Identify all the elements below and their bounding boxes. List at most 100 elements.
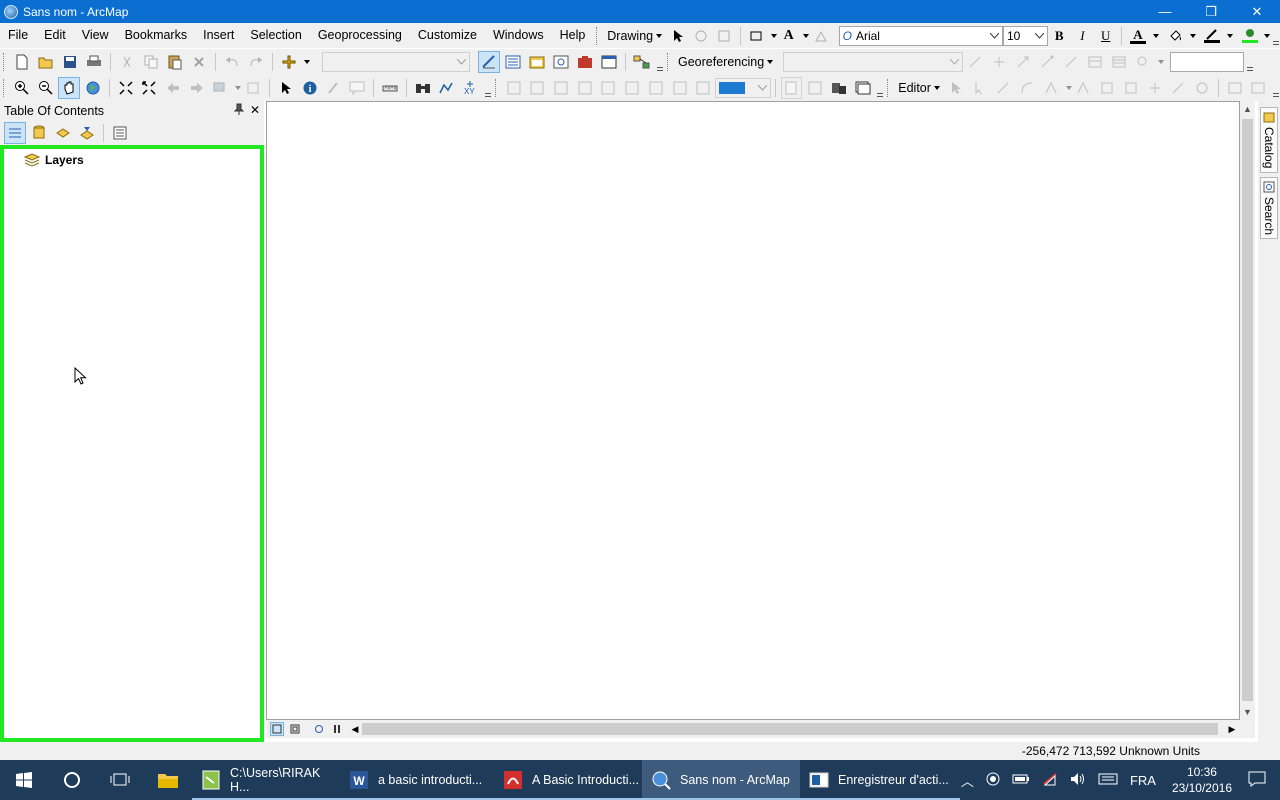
rectangle-icon[interactable] — [746, 25, 767, 47]
zoom-in-icon[interactable] — [11, 77, 33, 99]
data-driven-pages-icon[interactable] — [852, 77, 874, 99]
python-window-icon[interactable] — [598, 51, 620, 73]
pan-hand-icon[interactable] — [58, 77, 81, 99]
toolbar-overflow[interactable] — [1272, 77, 1280, 99]
taskbar-task-arcmap[interactable]: Sans nom - ArcMap — [642, 760, 800, 800]
go-back-icon[interactable] — [162, 77, 184, 99]
map-scale-select[interactable] — [322, 52, 470, 72]
rotate-icon[interactable] — [690, 25, 711, 47]
rotate-editor-icon[interactable] — [1167, 77, 1189, 99]
scroll-right-icon[interactable]: ▶ — [1225, 722, 1239, 736]
open-folder-icon[interactable] — [35, 51, 57, 73]
underline-button[interactable]: U — [1095, 25, 1116, 47]
straight-segment-icon[interactable] — [992, 77, 1014, 99]
undo-icon[interactable] — [221, 51, 243, 73]
data-view-icon[interactable] — [270, 722, 284, 736]
zoom-100-icon[interactable] — [598, 77, 620, 99]
menu-windows[interactable]: Windows — [485, 23, 552, 48]
horizontal-scroll-thumb[interactable] — [362, 723, 1218, 735]
editor-toolbar-toggle-icon[interactable] — [478, 51, 500, 73]
edit-annotation-icon[interactable] — [969, 77, 991, 99]
chevron-down-icon[interactable] — [235, 86, 242, 90]
catalog-tab[interactable]: Catalog — [1260, 107, 1278, 173]
create-features-icon[interactable] — [1248, 77, 1270, 99]
toolbar-grip[interactable] — [887, 79, 891, 97]
menu-help[interactable]: Help — [552, 23, 594, 48]
search-tab[interactable]: Search — [1260, 177, 1278, 239]
pause-drawing-icon[interactable] — [330, 722, 344, 736]
clear-selection-icon[interactable] — [242, 77, 264, 99]
hyperlink-icon[interactable] — [323, 77, 345, 99]
chevron-down-icon[interactable] — [1264, 33, 1271, 38]
edit-tool-icon[interactable] — [945, 77, 967, 99]
menu-selection[interactable]: Selection — [242, 23, 309, 48]
menu-geoprocessing[interactable]: Geoprocessing — [310, 23, 410, 48]
layout-zoom-in-icon[interactable] — [503, 77, 525, 99]
map-display[interactable] — [266, 101, 1240, 720]
editor-menu[interactable]: Editor — [894, 81, 944, 95]
focus-data-frame-icon[interactable] — [804, 77, 826, 99]
georef-input-field[interactable] — [1170, 52, 1245, 72]
zoom-whole-page-icon[interactable] — [714, 25, 735, 47]
toolbar-overflow[interactable] — [484, 77, 492, 99]
start-button[interactable] — [0, 760, 48, 800]
go-back-extent-layout-icon[interactable] — [669, 77, 691, 99]
chevron-down-icon[interactable] — [1227, 33, 1234, 38]
redo-icon[interactable] — [245, 51, 267, 73]
find-route-icon[interactable] — [435, 77, 457, 99]
list-by-visibility-icon[interactable] — [52, 122, 74, 144]
bold-button[interactable]: B — [1049, 25, 1070, 47]
find-binoculars-icon[interactable] — [412, 77, 434, 99]
delete-icon[interactable] — [188, 51, 210, 73]
table-of-contents-icon[interactable] — [502, 51, 524, 73]
pin-icon[interactable] — [233, 103, 245, 118]
fixed-zoom-out-icon[interactable] — [139, 77, 161, 99]
menu-customize[interactable]: Customize — [410, 23, 485, 48]
show-hidden-icons-icon[interactable]: ︿ — [961, 771, 974, 790]
shift-georef-icon[interactable] — [988, 51, 1010, 73]
layout-view-icon[interactable] — [288, 722, 302, 736]
toc-options-icon[interactable] — [109, 122, 131, 144]
zoom-out-icon[interactable] — [35, 77, 57, 99]
chevron-down-icon[interactable] — [803, 33, 810, 38]
new-document-icon[interactable] — [11, 51, 33, 73]
attributes-icon[interactable] — [1224, 77, 1246, 99]
chevron-down-icon[interactable] — [771, 33, 778, 38]
chevron-down-icon[interactable] — [1152, 33, 1159, 38]
split-tool-icon[interactable] — [1144, 77, 1166, 99]
toolbar-overflow[interactable] — [1246, 51, 1254, 73]
cortana-button[interactable] — [48, 760, 96, 800]
taskbar-task-word[interactable]: W a basic introducti... — [340, 760, 494, 800]
zoom-percent-select[interactable] — [715, 78, 771, 98]
line-color-icon[interactable] — [1202, 25, 1223, 47]
georeferencing-menu[interactable]: Georeferencing — [674, 55, 777, 69]
chevron-down-icon[interactable] — [1158, 60, 1165, 64]
magnifier-window-icon[interactable] — [1132, 51, 1154, 73]
menu-insert[interactable]: Insert — [195, 23, 242, 48]
auto-registration-icon[interactable] — [1060, 51, 1082, 73]
chevron-down-icon[interactable] — [1065, 86, 1072, 90]
action-center-icon[interactable] — [1248, 771, 1266, 790]
drawing-menu[interactable]: Drawing — [603, 29, 666, 43]
toolbar-overflow[interactable] — [1272, 25, 1280, 47]
toolbar-grip[interactable] — [596, 26, 600, 45]
list-by-drawing-order-icon[interactable] — [4, 122, 26, 144]
scroll-thumb[interactable] — [1242, 119, 1253, 701]
toolbar-grip[interactable] — [3, 79, 7, 97]
menu-edit[interactable]: Edit — [36, 23, 74, 48]
file-explorer-button[interactable] — [144, 760, 192, 800]
record-icon[interactable] — [986, 772, 1000, 789]
marker-color-icon[interactable] — [1239, 25, 1260, 47]
add-control-points-icon[interactable] — [1036, 51, 1058, 73]
reshape-icon[interactable] — [1096, 77, 1118, 99]
model-builder-icon[interactable] — [631, 51, 653, 73]
font-color-button[interactable]: A — [1127, 25, 1148, 47]
go-forward-icon[interactable] — [186, 77, 208, 99]
network-icon[interactable] — [1042, 772, 1058, 789]
end-point-arc-icon[interactable] — [1016, 77, 1038, 99]
measure-icon[interactable] — [379, 77, 401, 99]
fixed-zoom-in-icon[interactable] — [115, 77, 137, 99]
print-icon[interactable] — [83, 51, 105, 73]
go-forward-extent-layout-icon[interactable] — [692, 77, 714, 99]
cut-polygons-icon[interactable] — [1120, 77, 1142, 99]
